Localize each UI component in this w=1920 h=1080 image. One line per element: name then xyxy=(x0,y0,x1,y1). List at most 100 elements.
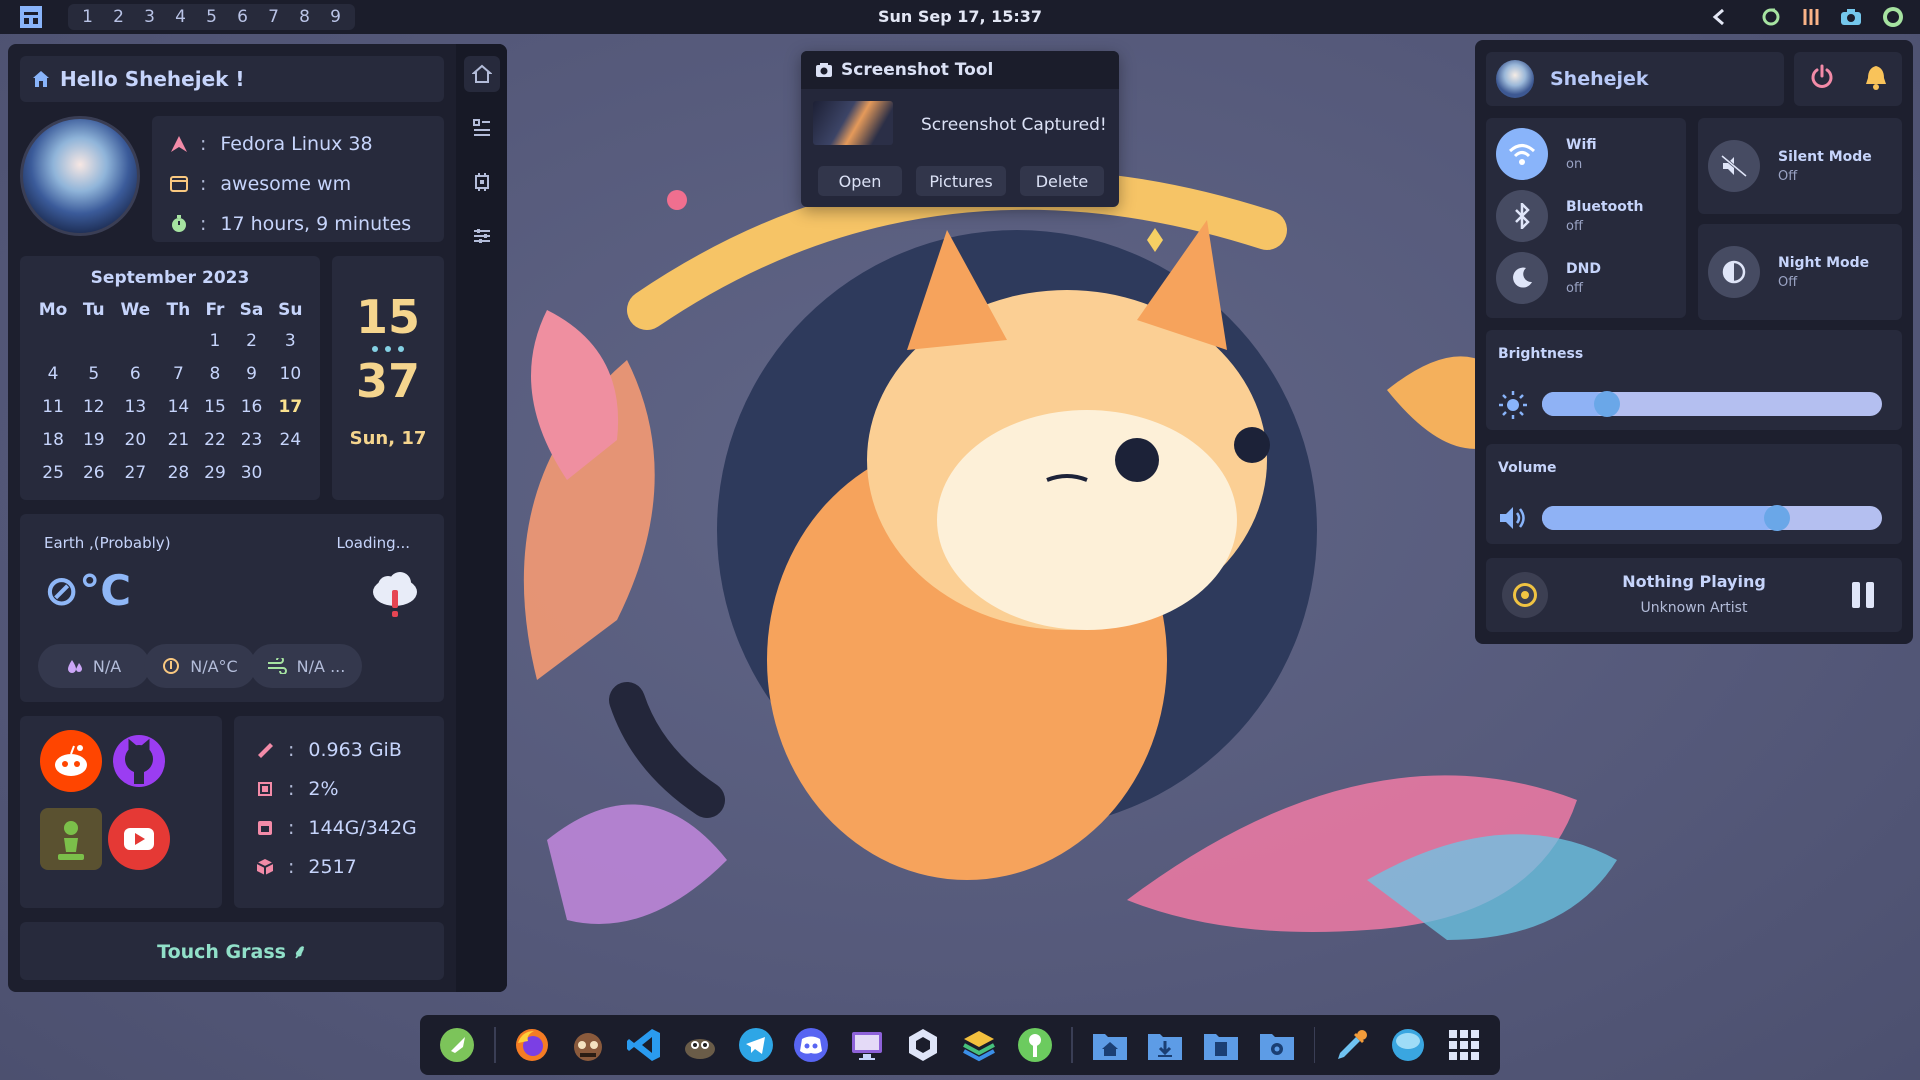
silent-mode-state: Off xyxy=(1778,168,1798,184)
calendar-day[interactable]: 1 xyxy=(198,324,233,357)
calendar-day[interactable]: 5 xyxy=(76,357,111,390)
calendar-day[interactable]: 21 xyxy=(159,423,197,456)
dashboard-panel: Hello Shehejek ! : Fedora Linux 38 : awe… xyxy=(8,44,507,992)
brightness-slider[interactable] xyxy=(1542,391,1882,417)
calendar-day[interactable]: 2 xyxy=(232,324,270,357)
moon-icon[interactable] xyxy=(1496,252,1548,304)
home-tab-icon[interactable] xyxy=(464,56,500,92)
calendar-day[interactable]: 25 xyxy=(30,456,76,489)
system-info-card: : Fedora Linux 38 : awesome wm : 17 hour… xyxy=(152,116,444,242)
calendar-day[interactable]: 6 xyxy=(111,357,159,390)
silent-mode-label: Silent Mode xyxy=(1778,148,1872,165)
calendar-day[interactable]: 16 xyxy=(232,390,270,423)
wifi-toggle[interactable]: Wifi on xyxy=(1496,128,1597,180)
sun-icon xyxy=(1498,390,1528,424)
delete-button[interactable]: Delete xyxy=(1020,166,1104,196)
calendar-day[interactable]: 19 xyxy=(76,423,111,456)
brightness-slider-handle[interactable] xyxy=(1593,391,1620,417)
calendar-day[interactable]: 23 xyxy=(232,423,270,456)
github-icon[interactable] xyxy=(108,730,170,792)
calendar-day[interactable]: 30 xyxy=(232,456,270,489)
calendar-day[interactable]: 7 xyxy=(159,357,197,390)
mute-icon[interactable] xyxy=(1708,140,1760,192)
vscode-icon[interactable] xyxy=(624,1025,663,1065)
resource-packages: : 2517 xyxy=(254,847,424,886)
calendar-day[interactable]: 22 xyxy=(198,423,233,456)
keepass-icon[interactable] xyxy=(1015,1025,1054,1065)
terminal-icon[interactable] xyxy=(569,1025,608,1065)
settings-tab-icon[interactable] xyxy=(464,218,500,254)
open-button[interactable]: Open xyxy=(818,166,902,196)
wifi-icon[interactable] xyxy=(1496,128,1548,180)
tasks-tab-icon[interactable] xyxy=(464,110,500,146)
stack-icon[interactable] xyxy=(960,1025,999,1065)
documents-folder-icon[interactable] xyxy=(1202,1025,1241,1065)
calendar-day[interactable]: 27 xyxy=(111,456,159,489)
calendar-day[interactable]: 20 xyxy=(111,423,159,456)
monitor-icon[interactable] xyxy=(848,1025,887,1065)
calendar-day[interactable]: 15 xyxy=(198,390,233,423)
calendar-day[interactable]: 8 xyxy=(198,357,233,390)
rocket-icon[interactable] xyxy=(438,1025,477,1065)
color-picker-icon[interactable] xyxy=(1332,1025,1371,1065)
gimp-icon[interactable] xyxy=(680,1025,719,1065)
home-folder-icon[interactable] xyxy=(1090,1025,1129,1065)
calendar-day[interactable]: 4 xyxy=(30,357,76,390)
chevron-left-icon[interactable] xyxy=(1704,2,1734,32)
stopwatch-icon xyxy=(168,215,190,233)
refresh-icon[interactable] xyxy=(1756,2,1786,32)
battery-icon[interactable] xyxy=(1878,2,1908,32)
calendar-day[interactable]: 29 xyxy=(198,456,233,489)
screenshot-thumbnail[interactable] xyxy=(813,101,893,145)
app-grid-icon[interactable] xyxy=(1444,1025,1483,1065)
night-mode-toggle[interactable]: Night Mode Off xyxy=(1698,224,1902,320)
calendar-day[interactable]: 3 xyxy=(271,324,310,357)
calendar-day[interactable]: 13 xyxy=(111,390,159,423)
calendar-day[interactable]: 11 xyxy=(30,390,76,423)
calendar-card: September 2023 Mo Tu We Th Fr Sa Su 1 2 3 4 5 6 7 8 9 10… xyxy=(20,256,320,500)
bell-icon[interactable] xyxy=(1864,64,1888,94)
resource-disk: : 144G/342G xyxy=(254,808,424,847)
weather-app-icon[interactable] xyxy=(1388,1025,1427,1065)
chess-icon[interactable] xyxy=(40,808,102,870)
dock-separator xyxy=(1071,1027,1074,1063)
calendar-day[interactable]: 28 xyxy=(159,456,197,489)
bluetooth-toggle[interactable]: Bluetooth off xyxy=(1496,190,1644,242)
telegram-icon[interactable] xyxy=(736,1025,775,1065)
contrast-icon[interactable] xyxy=(1708,246,1760,298)
reddit-icon[interactable] xyxy=(40,730,102,792)
silent-mode-toggle[interactable]: Silent Mode Off xyxy=(1698,118,1902,214)
power-icon[interactable] xyxy=(1809,64,1835,94)
settings-folder-icon[interactable] xyxy=(1258,1025,1297,1065)
youtube-icon[interactable] xyxy=(108,808,170,870)
avatar[interactable] xyxy=(20,116,140,236)
screenshot-notification: Screenshot Tool Screenshot Captured! Ope… xyxy=(801,51,1119,207)
pause-icon[interactable] xyxy=(1852,582,1874,608)
discord-icon[interactable] xyxy=(792,1025,831,1065)
calendar-day[interactable]: 14 xyxy=(159,390,197,423)
calendar-day[interactable]: 12 xyxy=(76,390,111,423)
firefox-icon[interactable] xyxy=(513,1025,552,1065)
calendar-day[interactable]: 24 xyxy=(271,423,310,456)
equalizer-icon[interactable] xyxy=(1796,2,1826,32)
pictures-button[interactable]: Pictures xyxy=(916,166,1006,196)
calendar-day[interactable]: 18 xyxy=(30,423,76,456)
calendar-day[interactable]: 26 xyxy=(76,456,111,489)
touch-grass-button[interactable]: Touch Grass ⸙ xyxy=(20,922,444,980)
camera-icon[interactable] xyxy=(1836,2,1866,32)
calendar-day[interactable]: 10 xyxy=(271,357,310,390)
downloads-folder-icon[interactable] xyxy=(1146,1025,1185,1065)
cloud-alert-icon xyxy=(370,570,420,622)
volume-slider[interactable] xyxy=(1542,505,1882,531)
night-mode-label: Night Mode xyxy=(1778,254,1870,271)
control-center: Shehejek Wifi on Bluetooth off DND off Sile… xyxy=(1475,40,1913,644)
media-player-card: Nothing Playing Unknown Artist xyxy=(1486,558,1902,632)
calendar-day[interactable]: 17 xyxy=(271,390,310,423)
package-icon xyxy=(254,858,276,876)
cpu-tab-icon[interactable] xyxy=(464,164,500,200)
bluetooth-icon[interactable] xyxy=(1496,190,1548,242)
unity-icon[interactable] xyxy=(904,1025,943,1065)
dnd-toggle[interactable]: DND off xyxy=(1496,252,1601,304)
calendar-day[interactable]: 9 xyxy=(232,357,270,390)
volume-slider-handle[interactable] xyxy=(1763,505,1790,531)
